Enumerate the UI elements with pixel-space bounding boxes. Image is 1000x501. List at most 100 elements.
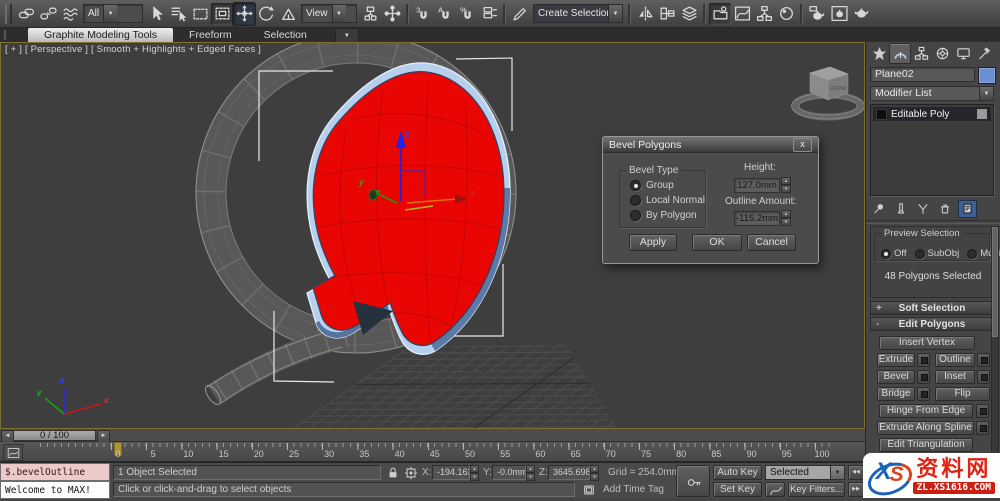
outline-button[interactable]: Outline	[935, 353, 975, 367]
radio-icon[interactable]	[630, 195, 641, 206]
bevel-settings-button[interactable]	[917, 370, 930, 384]
scrollbar-thumb[interactable]	[992, 227, 998, 337]
hinge-from-edge-button[interactable]: Hinge From Edge	[879, 404, 973, 418]
y-coordinate-field[interactable]: -0.0mm	[492, 465, 526, 480]
bevel-button[interactable]: Bevel	[877, 370, 915, 384]
bridge-button[interactable]: Bridge	[877, 387, 915, 401]
window-crossing-icon[interactable]	[211, 2, 233, 25]
configure-modifier-sets-icon[interactable]	[958, 200, 977, 218]
mirror-icon[interactable]	[634, 3, 656, 25]
edit-named-selection-sets-icon[interactable]	[509, 3, 531, 25]
unlink-selection-icon[interactable]	[37, 3, 59, 25]
tab-freeform[interactable]: Freeform	[173, 28, 248, 42]
tab-create-icon[interactable]	[869, 44, 889, 63]
maxscript-listener-line2[interactable]: Welcome to MAX!	[0, 481, 110, 499]
select-and-move-icon[interactable]	[232, 1, 256, 26]
show-end-result-icon[interactable]	[892, 201, 909, 217]
visibility-toggle-icon[interactable]	[976, 108, 988, 120]
object-color-swatch[interactable]	[978, 67, 996, 84]
tab-graphite-modeling-tools[interactable]: Graphite Modeling Tools	[28, 28, 174, 42]
open-mini-curve-editor-icon[interactable]	[3, 444, 23, 461]
snaps-toggle-3d-icon[interactable]: 3	[412, 3, 434, 25]
modifier-list-dropdown[interactable]: Modifier List ▼	[870, 86, 994, 101]
time-slider[interactable]: ◄ 0 / 100 ►	[0, 429, 865, 443]
spinner-snap-toggle-icon[interactable]	[478, 3, 500, 25]
use-pivot-point-center-icon[interactable]	[359, 3, 381, 25]
track-bar[interactable]: 0 5 10 15 20 25 30 35 40 45 50 55 60 65 70 75 80 85 90 95 10…	[0, 442, 865, 462]
z-spinner[interactable]: ▴ ▾	[590, 465, 599, 481]
stack-item-editable-poly[interactable]: Editable Poly	[873, 107, 991, 121]
bind-to-space-warp-icon[interactable]	[59, 3, 81, 25]
hinge-settings-button[interactable]	[976, 404, 989, 418]
flip-button[interactable]: Flip	[935, 387, 990, 401]
tab-modify-icon[interactable]	[889, 43, 911, 64]
inset-settings-button[interactable]	[977, 370, 990, 384]
radio-icon[interactable]	[967, 248, 978, 259]
chevron-down-icon[interactable]: ▼	[103, 5, 118, 22]
go-to-start-button[interactable]: ◀◀	[848, 465, 864, 480]
outline-amount-spinner[interactable]: ▴ ▾	[781, 210, 791, 226]
rectangular-selection-region-icon[interactable]	[189, 3, 211, 25]
inset-button[interactable]: Inset	[935, 370, 975, 384]
close-icon[interactable]: x	[793, 137, 812, 152]
render-production-icon[interactable]	[850, 3, 872, 25]
go-to-end-button[interactable]: ▶▶	[848, 482, 864, 497]
tab-utilities-icon[interactable]	[974, 44, 994, 63]
height-spinner[interactable]: ▴ ▾	[781, 177, 791, 193]
named-selection-sets-dropdown[interactable]: Create Selection Set ▼	[533, 4, 623, 23]
chevron-down-icon[interactable]: ▼	[331, 5, 346, 22]
key-filters-button[interactable]: Key Filters...	[788, 482, 845, 497]
select-and-rotate-icon[interactable]	[255, 3, 277, 25]
chevron-down-icon[interactable]: ▼	[608, 5, 622, 22]
reference-coordinate-system-dropdown[interactable]: View ▼	[301, 4, 357, 23]
pin-stack-icon[interactable]	[870, 201, 887, 217]
apply-button[interactable]: Apply	[629, 234, 677, 251]
set-keys-button[interactable]	[676, 465, 710, 497]
radio-local-normal[interactable]: Local Normal	[630, 195, 705, 206]
align-icon[interactable]	[656, 3, 678, 25]
select-and-scale-icon[interactable]	[277, 3, 299, 25]
preview-subobj-radio[interactable]: SubObj	[914, 248, 959, 259]
dialog-title-bar[interactable]: Bevel Polygons x	[603, 137, 818, 153]
select-by-name-icon[interactable]	[167, 3, 189, 25]
add-time-tag[interactable]: Add Time Tag	[603, 483, 664, 497]
rendered-frame-window-icon[interactable]	[828, 3, 850, 25]
set-key-button[interactable]: Set Key	[713, 482, 762, 497]
extrude-spline-settings-button[interactable]	[976, 421, 989, 435]
ok-button[interactable]: OK	[692, 234, 742, 251]
bevel-polygons-dialog[interactable]: Bevel Polygons x Bevel Type Group Local …	[602, 136, 819, 264]
cancel-button[interactable]: Cancel	[747, 234, 796, 251]
graphite-ribbon-toggle-icon[interactable]	[709, 2, 731, 25]
radio-group[interactable]: Group	[630, 180, 674, 191]
viewcube[interactable]: FRONT	[791, 66, 865, 121]
select-and-manipulate-icon[interactable]	[381, 3, 403, 25]
select-object-icon[interactable]	[145, 3, 167, 25]
expand-icon[interactable]: +	[876, 302, 882, 315]
angle-snap-toggle-icon[interactable]: A	[434, 3, 456, 25]
radio-by-polygon[interactable]: By Polygon	[630, 210, 697, 221]
edit-triangulation-button[interactable]: Edit Triangulation	[879, 438, 973, 452]
object-name-field[interactable]: Plane02	[870, 67, 975, 82]
outline-settings-button[interactable]	[977, 353, 990, 367]
render-setup-icon[interactable]	[806, 3, 828, 25]
curve-editor-icon[interactable]	[731, 3, 753, 25]
rollout-soft-selection[interactable]: + Soft Selection	[870, 301, 994, 315]
y-spinner[interactable]: ▴ ▾	[526, 465, 535, 481]
radio-icon[interactable]	[630, 180, 641, 191]
radio-icon[interactable]	[630, 210, 641, 221]
chevron-down-icon[interactable]: ▼	[831, 465, 845, 480]
bridge-settings-button[interactable]	[917, 387, 930, 401]
key-filter-selection-dropdown[interactable]: Selected ▼	[765, 465, 845, 480]
toolbar-grip[interactable]	[5, 3, 12, 24]
select-and-link-icon[interactable]	[15, 3, 37, 25]
make-unique-icon[interactable]	[914, 201, 931, 217]
default-in-out-tangent-button[interactable]	[765, 482, 785, 497]
extrude-button[interactable]: Extrude	[877, 353, 915, 367]
rollout-edit-polygons[interactable]: - Edit Polygons	[870, 317, 994, 331]
tab-selection[interactable]: Selection	[248, 28, 323, 42]
viewport-label[interactable]: [ + ] [ Perspective ] [ Smooth + Highlig…	[5, 44, 261, 55]
height-field[interactable]: 127.0mm	[734, 178, 780, 193]
tab-motion-icon[interactable]	[932, 44, 952, 63]
ribbon-grip[interactable]	[4, 30, 10, 40]
radio-icon[interactable]	[914, 248, 925, 259]
